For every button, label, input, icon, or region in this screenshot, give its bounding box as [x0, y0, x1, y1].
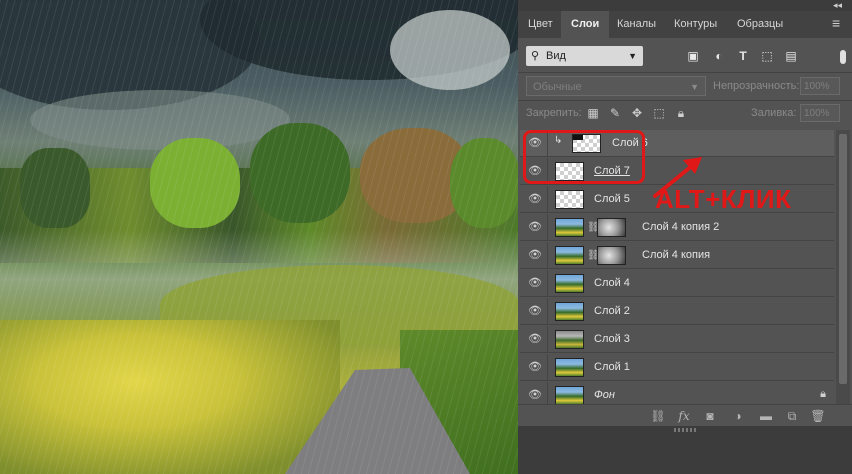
annotation-highlight [523, 130, 645, 184]
layer-row[interactable]: 👁︎ Слой 1 [520, 354, 834, 381]
adjustment-filter-icon[interactable]: ◐ [712, 49, 726, 63]
eye-icon[interactable]: 👁︎ [528, 389, 542, 401]
tab-paths[interactable]: Контуры [664, 11, 727, 38]
layer-name: Слой 4 копия 2 [642, 221, 720, 233]
image-filter-icon[interactable]: ▣ [686, 49, 700, 63]
lock-icon: 🔒︎ [820, 388, 826, 400]
link-icon[interactable]: ⛓︎ [587, 221, 600, 234]
panel-footer [518, 426, 852, 474]
panel-tabs: Цвет Слои Каналы Контуры Образцы ≡ [518, 11, 852, 38]
layer-thumbnail [555, 330, 584, 349]
eye-icon[interactable]: 👁︎ [528, 249, 542, 261]
fx-icon[interactable]: fx [676, 408, 692, 424]
layer-row[interactable]: 👁︎ Слой 3 [520, 326, 834, 353]
lock-all-icon[interactable]: 🔒︎ [674, 106, 688, 120]
chevron-down-icon: ▼ [628, 51, 637, 61]
layer-name: Слой 1 [594, 361, 630, 373]
add-mask-icon[interactable]: ◙ [702, 408, 718, 424]
opacity-label: Непрозрачность: [713, 80, 800, 92]
filter-toggle[interactable] [840, 50, 846, 64]
layer-thumbnail [555, 386, 584, 405]
scrollbar-thumb[interactable] [839, 134, 847, 384]
tab-color[interactable]: Цвет [518, 11, 563, 38]
tab-channels[interactable]: Каналы [607, 11, 666, 38]
layer-row[interactable]: 👁︎ Слой 4 [520, 270, 834, 297]
tab-swatches[interactable]: Образцы [727, 11, 793, 38]
blend-mode-label: Обычные [533, 81, 582, 93]
eye-icon[interactable]: 👁︎ [528, 333, 542, 345]
layer-row[interactable]: 👁︎ ⛓︎ Слой 4 копия [520, 242, 834, 269]
filter-kind-label: Вид [546, 50, 566, 62]
opacity-field[interactable]: 100% [800, 77, 840, 95]
opacity-value: 100% [804, 81, 830, 92]
text-filter-icon[interactable]: T [736, 49, 750, 63]
trash-icon[interactable]: 🗑︎ [810, 408, 826, 424]
layer-thumbnail [555, 274, 584, 293]
layer-row[interactable]: 👁︎ Фон 🔒︎ [520, 382, 834, 406]
panel-top-strip: ◂◂ [518, 0, 852, 11]
smart-object-filter-icon[interactable]: ▤ [784, 49, 798, 63]
lock-brush-icon[interactable]: ✎ [608, 106, 622, 120]
layer-row[interactable]: 👁︎ Слой 2 [520, 298, 834, 325]
layers-panel: ◂◂ Цвет Слои Каналы Контуры Образцы ≡ ⚲ … [518, 0, 852, 474]
fill-field[interactable]: 100% [800, 104, 840, 122]
layer-thumbnail [555, 218, 584, 237]
link-layers-icon[interactable]: ⛓︎ [650, 408, 666, 424]
lock-row: Закрепить: ▦ ✎ ✥ ⬚ 🔒︎ Заливка: 100% [518, 104, 852, 124]
filter-row: ⚲ Вид ▼ ▣ ◐ T ⬚ ▤ [518, 44, 852, 70]
chevron-down-icon: ▼ [690, 82, 699, 92]
lock-artboard-icon[interactable]: ⬚ [652, 106, 666, 120]
collapse-icon[interactable]: ◂◂ [833, 0, 842, 11]
panel-menu-icon[interactable]: ≡ [832, 15, 846, 33]
layer-name: Слой 5 [594, 193, 630, 205]
layer-thumbnail [555, 358, 584, 377]
blend-mode-select[interactable]: Обычные ▼ [526, 76, 706, 96]
blend-row: Обычные ▼ Непрозрачность: 100% [518, 76, 852, 98]
layer-thumbnail [555, 302, 584, 321]
lock-transparency-icon[interactable]: ▦ [586, 106, 600, 120]
layer-name: Слой 4 копия [642, 249, 711, 261]
eye-icon[interactable]: 👁︎ [528, 277, 542, 289]
shape-filter-icon[interactable]: ⬚ [760, 49, 774, 63]
lock-move-icon[interactable]: ✥ [630, 106, 644, 120]
fill-label: Заливка: [751, 107, 797, 119]
fill-value: 100% [804, 108, 830, 119]
resize-grip[interactable] [674, 428, 696, 432]
new-layer-icon[interactable]: ⧉ [784, 408, 800, 424]
folder-icon[interactable]: ▬ [758, 408, 774, 424]
filter-kind-select[interactable]: ⚲ Вид ▼ [526, 46, 643, 66]
eye-icon[interactable]: 👁︎ [528, 305, 542, 317]
eye-icon[interactable]: 👁︎ [528, 193, 542, 205]
layer-mask-thumbnail[interactable] [597, 246, 626, 265]
eye-icon[interactable]: 👁︎ [528, 221, 542, 233]
layer-name: Слой 4 [594, 277, 630, 289]
lock-label: Закрепить: [526, 107, 582, 119]
layer-mask-thumbnail[interactable] [597, 218, 626, 237]
divider [518, 72, 852, 73]
search-icon: ⚲ [531, 50, 540, 62]
layer-row[interactable]: 👁︎ ⛓︎ Слой 4 копия 2 [520, 214, 834, 241]
annotation-text: ALT+КЛИК [655, 184, 792, 214]
divider [518, 100, 852, 101]
document-canvas[interactable] [0, 0, 518, 474]
layer-name: Слой 2 [594, 305, 630, 317]
tab-layers[interactable]: Слои [561, 11, 610, 38]
link-icon[interactable]: ⛓︎ [587, 249, 600, 262]
layer-name: Фон [594, 389, 615, 401]
layer-name: Слой 3 [594, 333, 630, 345]
layer-thumbnail [555, 246, 584, 265]
layer-thumbnail [555, 190, 584, 209]
adjustment-layer-icon[interactable]: ◑ [730, 408, 746, 424]
eye-icon[interactable]: 👁︎ [528, 361, 542, 373]
layers-scrollbar[interactable] [836, 130, 850, 406]
rain-overlay [0, 0, 518, 474]
layers-bottom-toolbar: ⛓︎ fx ◙ ◑ ▬ ⧉ 🗑︎ [518, 404, 852, 427]
